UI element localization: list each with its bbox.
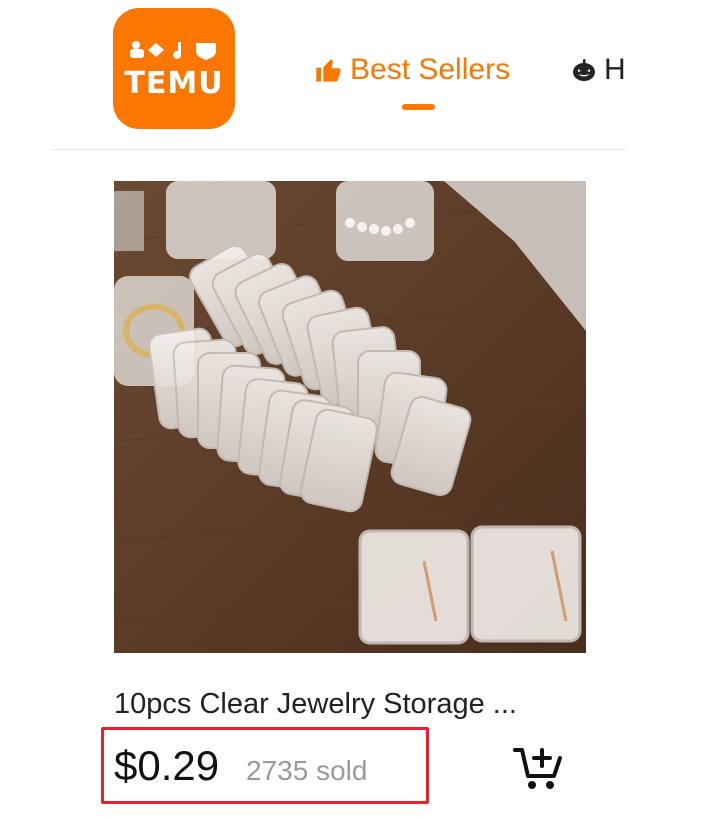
tab-best-sellers[interactable]: Best Sellers	[314, 50, 510, 90]
sold-count: 2735 sold	[246, 755, 368, 786]
add-to-cart-button[interactable]	[512, 744, 564, 792]
thumbs-up-icon	[316, 59, 341, 82]
tab-next[interactable]: H	[572, 52, 628, 88]
tab-next-label: H	[604, 53, 626, 86]
tab-best-sellers-label: Best Sellers	[350, 53, 511, 86]
logo-glyphs	[126, 39, 222, 66]
logo-text: TEMU	[124, 66, 224, 101]
header-divider	[52, 149, 626, 150]
add-to-cart-icon	[513, 748, 562, 789]
pumpkin-icon	[573, 59, 595, 81]
temu-logo[interactable]: TEMU	[113, 8, 235, 129]
product-title[interactable]: 10pcs Clear Jewelry Storage ...	[114, 688, 584, 721]
product-image[interactable]	[114, 181, 586, 653]
product-price: $0.29	[114, 742, 220, 789]
active-tab-indicator	[402, 104, 435, 110]
